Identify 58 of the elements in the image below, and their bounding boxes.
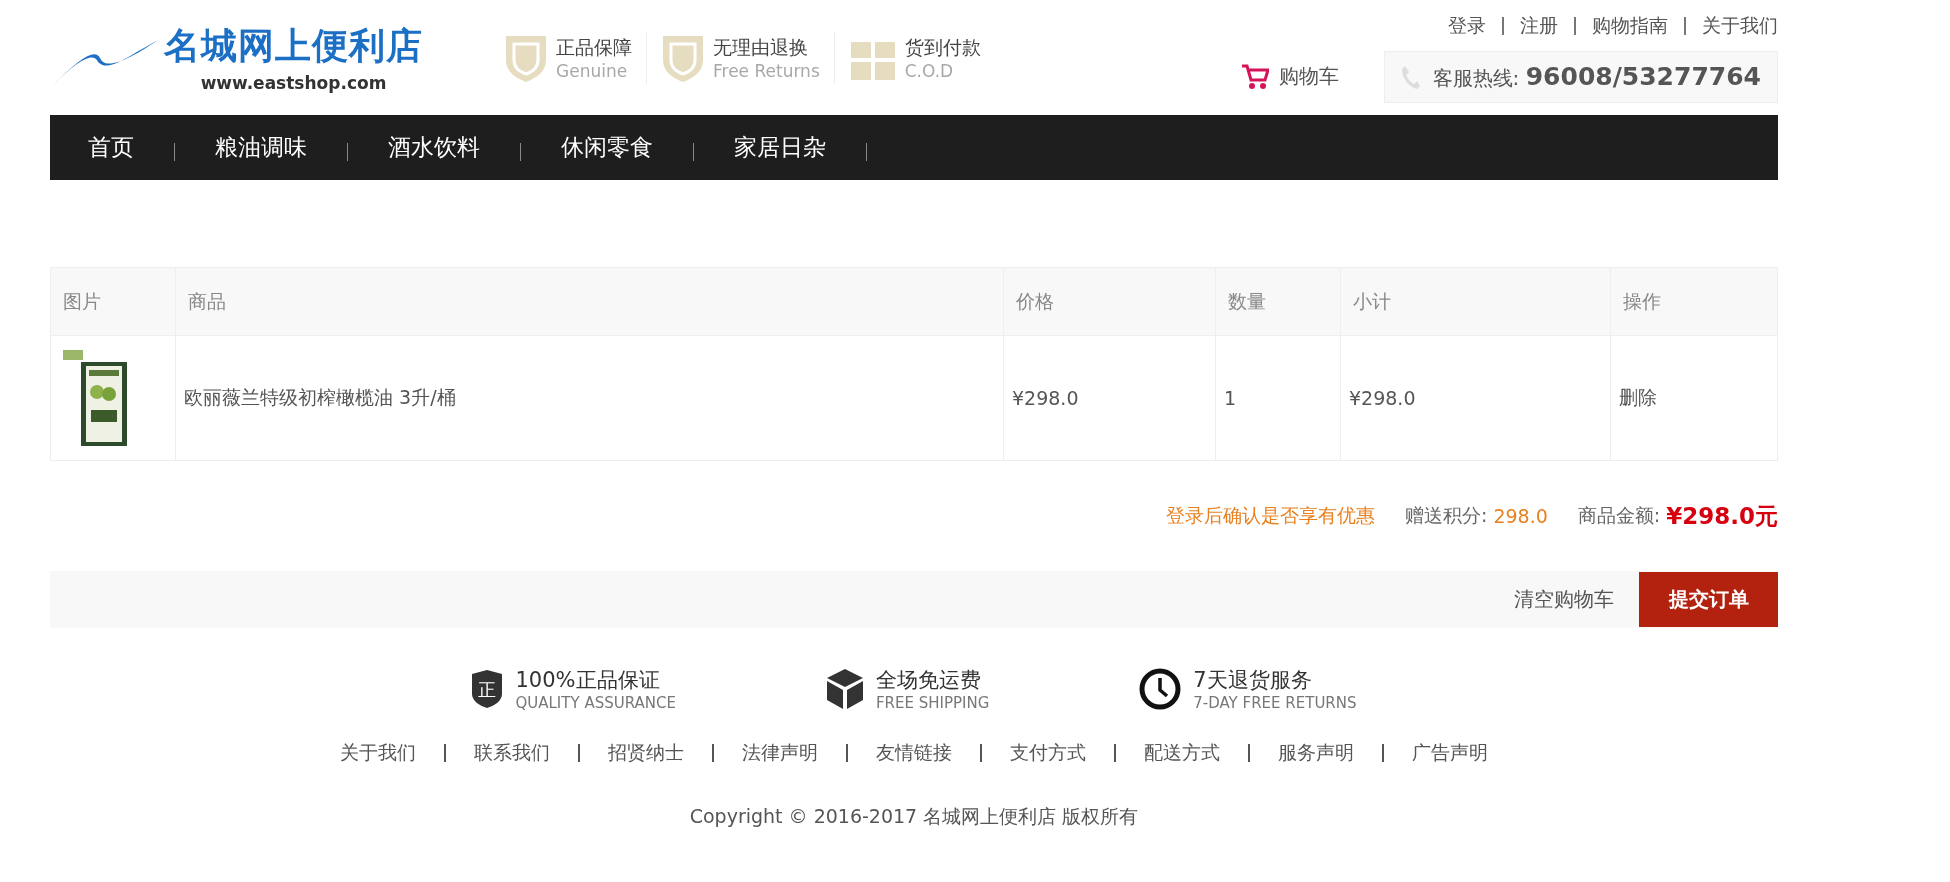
badge-title: 正品保障	[556, 34, 632, 60]
cart-link[interactable]: 购物车	[1240, 63, 1339, 90]
badge-subtitle: Genuine	[556, 60, 629, 81]
footer-link[interactable]: 法律声明	[742, 740, 818, 766]
total-label: 商品金额:	[1577, 503, 1661, 528]
footer-link[interactable]: 关于我们	[340, 740, 416, 766]
nav-item[interactable]: 家居日杂	[734, 132, 826, 163]
service-title: 100%正品保证	[515, 667, 661, 694]
column-header: 数量	[1216, 268, 1341, 335]
footer-link[interactable]: 广告声明	[1412, 740, 1488, 766]
badge-subtitle: C.O.D	[904, 60, 955, 81]
copyright-text: Copyright © 2016-2017 名城网上便利店 版权所有	[688, 804, 1140, 829]
discount-notice: 登录后确认是否享有优惠	[1166, 503, 1375, 528]
service-title: 全场免运费	[875, 667, 982, 694]
footer-link[interactable]: 招贤纳士	[608, 740, 684, 766]
table-cell: ¥298.0	[1341, 335, 1611, 460]
column-header: 小计	[1341, 268, 1611, 335]
nav-item[interactable]: 休闲零食	[561, 132, 653, 163]
cart-icon	[1240, 63, 1269, 90]
column-header: 价格	[1004, 268, 1216, 335]
table-cell: 欧丽薇兰特级初榨橄榄油 3升/桶	[176, 335, 1004, 460]
phone-icon	[1400, 64, 1421, 89]
service-title: 7天退货服务	[1193, 667, 1313, 694]
footer-link[interactable]: 支付方式	[1010, 740, 1086, 766]
logo-url: www.eastshop.com	[200, 73, 387, 93]
points-label: 赠送积分:	[1405, 503, 1488, 528]
top-link[interactable]: 购物指南	[1592, 12, 1668, 39]
nav-item[interactable]: 首页	[88, 132, 134, 163]
footer-link[interactable]: 友情链接	[876, 740, 952, 766]
hotline-text: 客服热线: 96008/53277764	[1432, 61, 1761, 92]
footer-link[interactable]: 服务声明	[1278, 740, 1354, 766]
badge-title: 货到付款	[904, 34, 981, 60]
column-header: 图片	[51, 268, 176, 335]
badge-subtitle: Free Returns	[713, 60, 820, 81]
nav-item[interactable]: 酒水饮料	[388, 132, 480, 163]
points-value: 298.0	[1493, 505, 1548, 527]
clock-icon	[1139, 668, 1182, 710]
top-link[interactable]: 登录	[1448, 12, 1486, 39]
footer-link[interactable]: 联系我们	[474, 740, 550, 766]
shield-icon: 正	[471, 669, 504, 709]
column-header: 操作	[1611, 268, 1777, 335]
table-cell: ¥298.0	[1004, 335, 1216, 460]
submit-order-button[interactable]: 提交订单	[1639, 572, 1778, 627]
footer-link[interactable]: 配送方式	[1144, 740, 1220, 766]
box-icon	[825, 668, 864, 710]
logo-title: 名城网上便利店	[164, 24, 423, 68]
service-subtitle: 7-DAY FREE RETURNS	[1193, 694, 1357, 712]
column-header: 商品	[176, 268, 1004, 335]
delete-link[interactable]: 删除	[1619, 385, 1657, 411]
badge-title: 无理由退换	[713, 34, 809, 60]
clear-cart-link[interactable]: 清空购物车	[1514, 586, 1614, 613]
total-value: ¥298.0元	[1666, 501, 1778, 531]
top-link[interactable]: 关于我们	[1702, 12, 1778, 39]
top-link[interactable]: 注册	[1520, 12, 1558, 39]
table-cell: 1	[1216, 335, 1341, 460]
service-subtitle: FREE SHIPPING	[875, 694, 990, 712]
nav-item[interactable]: 粮油调味	[215, 132, 307, 163]
service-subtitle: QUALITY ASSURANCE	[515, 694, 676, 712]
